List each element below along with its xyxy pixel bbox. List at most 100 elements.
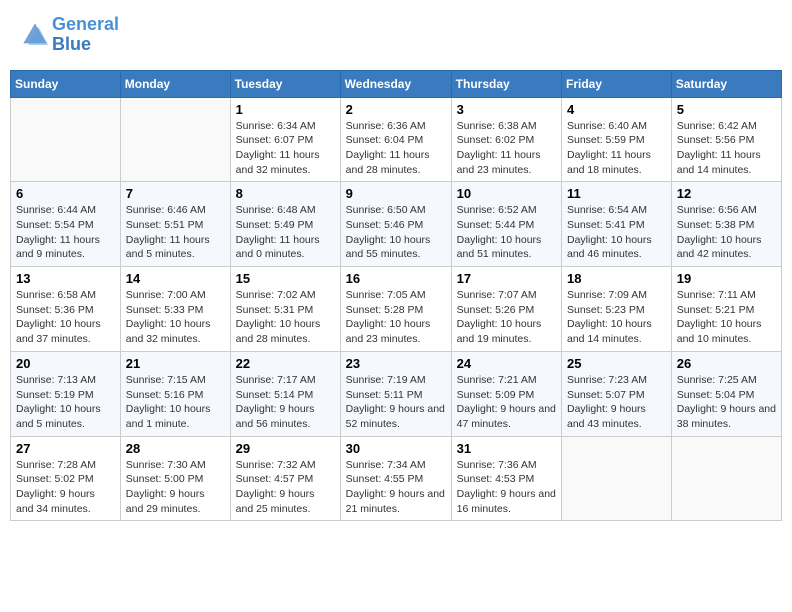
calendar-cell: 11Sunrise: 6:54 AM Sunset: 5:41 PM Dayli… xyxy=(562,182,672,267)
calendar-cell: 21 Sunrise: 7:15 AM Sunset: 5:16 PM Dayli… xyxy=(120,351,230,436)
day-number: 24 xyxy=(457,356,556,371)
calendar-cell: 24 Sunrise: 7:21 AM Sunset: 5:09 PM Dayli… xyxy=(451,351,561,436)
day-number: 3 xyxy=(457,102,556,117)
day-number: 29 xyxy=(236,441,335,456)
day-detail: Sunrise: 7:19 AM Sunset: 5:11 PM Dayligh… xyxy=(346,373,446,432)
day-detail: Sunrise: 7:15 AM Sunset: 5:16 PM Dayligh… xyxy=(126,373,225,432)
day-number: 18 xyxy=(567,271,666,286)
calendar-cell: 14 Sunrise: 7:00 AM Sunset: 5:33 PM Dayli… xyxy=(120,267,230,352)
logo: General Blue xyxy=(20,15,119,55)
day-detail: Sunrise: 7:13 AM Sunset: 5:19 PM Dayligh… xyxy=(16,373,115,432)
day-number: 25 xyxy=(567,356,666,371)
calendar-cell: 15 Sunrise: 7:02 AM Sunset: 5:31 PM Dayli… xyxy=(230,267,340,352)
calendar-cell: 2Sunrise: 6:36 AM Sunset: 6:04 PM Daylig… xyxy=(340,97,451,182)
day-of-week-header: Tuesday xyxy=(230,70,340,97)
day-detail: Sunrise: 7:02 AM Sunset: 5:31 PM Dayligh… xyxy=(236,288,335,347)
calendar-cell: 8 Sunrise: 6:48 AM Sunset: 5:49 PM Daylig… xyxy=(230,182,340,267)
calendar-cell xyxy=(671,436,781,521)
calendar-week-row: 6 Sunrise: 6:44 AM Sunset: 5:54 PM Daylig… xyxy=(11,182,782,267)
day-number: 30 xyxy=(346,441,446,456)
day-detail: Sunrise: 6:38 AM Sunset: 6:02 PM Dayligh… xyxy=(457,119,556,178)
day-detail: Sunrise: 6:50 AM Sunset: 5:46 PM Dayligh… xyxy=(346,203,446,262)
day-number: 28 xyxy=(126,441,225,456)
day-detail: Sunrise: 6:54 AM Sunset: 5:41 PM Dayligh… xyxy=(567,203,666,262)
day-detail: Sunrise: 7:21 AM Sunset: 5:09 PM Dayligh… xyxy=(457,373,556,432)
day-number: 31 xyxy=(457,441,556,456)
day-detail: Sunrise: 7:25 AM Sunset: 5:04 PM Dayligh… xyxy=(677,373,776,432)
calendar-cell: 23Sunrise: 7:19 AM Sunset: 5:11 PM Dayli… xyxy=(340,351,451,436)
calendar-cell: 12Sunrise: 6:56 AM Sunset: 5:38 PM Dayli… xyxy=(671,182,781,267)
day-detail: Sunrise: 6:56 AM Sunset: 5:38 PM Dayligh… xyxy=(677,203,776,262)
day-detail: Sunrise: 6:48 AM Sunset: 5:49 PM Dayligh… xyxy=(236,203,335,262)
day-detail: Sunrise: 6:52 AM Sunset: 5:44 PM Dayligh… xyxy=(457,203,556,262)
day-number: 8 xyxy=(236,186,335,201)
calendar-week-row: 20 Sunrise: 7:13 AM Sunset: 5:19 PM Dayli… xyxy=(11,351,782,436)
day-detail: Sunrise: 6:44 AM Sunset: 5:54 PM Dayligh… xyxy=(16,203,115,262)
day-number: 7 xyxy=(126,186,225,201)
day-detail: Sunrise: 7:17 AM Sunset: 5:14 PM Dayligh… xyxy=(236,373,335,432)
calendar-cell: 22 Sunrise: 7:17 AM Sunset: 5:14 PM Dayli… xyxy=(230,351,340,436)
calendar-cell: 29 Sunrise: 7:32 AM Sunset: 4:57 PM Dayli… xyxy=(230,436,340,521)
day-detail: Sunrise: 7:11 AM Sunset: 5:21 PM Dayligh… xyxy=(677,288,776,347)
day-detail: Sunrise: 7:05 AM Sunset: 5:28 PM Dayligh… xyxy=(346,288,446,347)
day-detail: Sunrise: 7:32 AM Sunset: 4:57 PM Dayligh… xyxy=(236,458,335,517)
calendar-cell: 7 Sunrise: 6:46 AM Sunset: 5:51 PM Daylig… xyxy=(120,182,230,267)
calendar-cell: 13 Sunrise: 6:58 AM Sunset: 5:36 PM Dayli… xyxy=(11,267,121,352)
day-number: 13 xyxy=(16,271,115,286)
calendar-cell xyxy=(120,97,230,182)
logo-icon xyxy=(20,20,50,50)
day-number: 6 xyxy=(16,186,115,201)
calendar-cell: 9 Sunrise: 6:50 AM Sunset: 5:46 PM Daylig… xyxy=(340,182,451,267)
calendar-week-row: 13 Sunrise: 6:58 AM Sunset: 5:36 PM Dayli… xyxy=(11,267,782,352)
calendar-cell: 28Sunrise: 7:30 AM Sunset: 5:00 PM Dayli… xyxy=(120,436,230,521)
calendar-cell: 30Sunrise: 7:34 AM Sunset: 4:55 PM Dayli… xyxy=(340,436,451,521)
day-number: 19 xyxy=(677,271,776,286)
day-number: 10 xyxy=(457,186,556,201)
day-of-week-header: Sunday xyxy=(11,70,121,97)
day-number: 9 xyxy=(346,186,446,201)
calendar-header-row: SundayMondayTuesdayWednesdayThursdayFrid… xyxy=(11,70,782,97)
day-number: 20 xyxy=(16,356,115,371)
day-of-week-header: Friday xyxy=(562,70,672,97)
day-detail: Sunrise: 6:40 AM Sunset: 5:59 PM Dayligh… xyxy=(567,119,666,178)
day-number: 14 xyxy=(126,271,225,286)
day-number: 5 xyxy=(677,102,776,117)
day-number: 21 xyxy=(126,356,225,371)
logo-text: General Blue xyxy=(52,15,119,55)
day-number: 22 xyxy=(236,356,335,371)
calendar-cell: 31Sunrise: 7:36 AM Sunset: 4:53 PM Dayli… xyxy=(451,436,561,521)
day-detail: Sunrise: 7:28 AM Sunset: 5:02 PM Dayligh… xyxy=(16,458,115,517)
calendar-cell: 3 Sunrise: 6:38 AM Sunset: 6:02 PM Daylig… xyxy=(451,97,561,182)
day-of-week-header: Monday xyxy=(120,70,230,97)
page-header: General Blue xyxy=(10,10,782,60)
calendar-cell: 4 Sunrise: 6:40 AM Sunset: 5:59 PM Daylig… xyxy=(562,97,672,182)
day-detail: Sunrise: 6:58 AM Sunset: 5:36 PM Dayligh… xyxy=(16,288,115,347)
calendar-table: SundayMondayTuesdayWednesdayThursdayFrid… xyxy=(10,70,782,522)
day-detail: Sunrise: 6:42 AM Sunset: 5:56 PM Dayligh… xyxy=(677,119,776,178)
day-detail: Sunrise: 7:07 AM Sunset: 5:26 PM Dayligh… xyxy=(457,288,556,347)
day-detail: Sunrise: 6:46 AM Sunset: 5:51 PM Dayligh… xyxy=(126,203,225,262)
day-number: 1 xyxy=(236,102,335,117)
day-number: 15 xyxy=(236,271,335,286)
day-detail: Sunrise: 7:09 AM Sunset: 5:23 PM Dayligh… xyxy=(567,288,666,347)
calendar-cell: 25Sunrise: 7:23 AM Sunset: 5:07 PM Dayli… xyxy=(562,351,672,436)
day-detail: Sunrise: 6:34 AM Sunset: 6:07 PM Dayligh… xyxy=(236,119,335,178)
calendar-cell: 18 Sunrise: 7:09 AM Sunset: 5:23 PM Dayli… xyxy=(562,267,672,352)
day-number: 17 xyxy=(457,271,556,286)
day-detail: Sunrise: 7:00 AM Sunset: 5:33 PM Dayligh… xyxy=(126,288,225,347)
calendar-cell: 10 Sunrise: 6:52 AM Sunset: 5:44 PM Dayli… xyxy=(451,182,561,267)
calendar-cell xyxy=(11,97,121,182)
calendar-cell: 5 Sunrise: 6:42 AM Sunset: 5:56 PM Daylig… xyxy=(671,97,781,182)
calendar-cell: 27 Sunrise: 7:28 AM Sunset: 5:02 PM Dayli… xyxy=(11,436,121,521)
calendar-cell: 16Sunrise: 7:05 AM Sunset: 5:28 PM Dayli… xyxy=(340,267,451,352)
day-of-week-header: Thursday xyxy=(451,70,561,97)
calendar-cell: 19 Sunrise: 7:11 AM Sunset: 5:21 PM Dayli… xyxy=(671,267,781,352)
day-number: 26 xyxy=(677,356,776,371)
day-number: 27 xyxy=(16,441,115,456)
calendar-cell: 17 Sunrise: 7:07 AM Sunset: 5:26 PM Dayli… xyxy=(451,267,561,352)
calendar-week-row: 27 Sunrise: 7:28 AM Sunset: 5:02 PM Dayli… xyxy=(11,436,782,521)
day-number: 2 xyxy=(346,102,446,117)
day-of-week-header: Wednesday xyxy=(340,70,451,97)
day-number: 4 xyxy=(567,102,666,117)
calendar-cell: 26 Sunrise: 7:25 AM Sunset: 5:04 PM Dayli… xyxy=(671,351,781,436)
